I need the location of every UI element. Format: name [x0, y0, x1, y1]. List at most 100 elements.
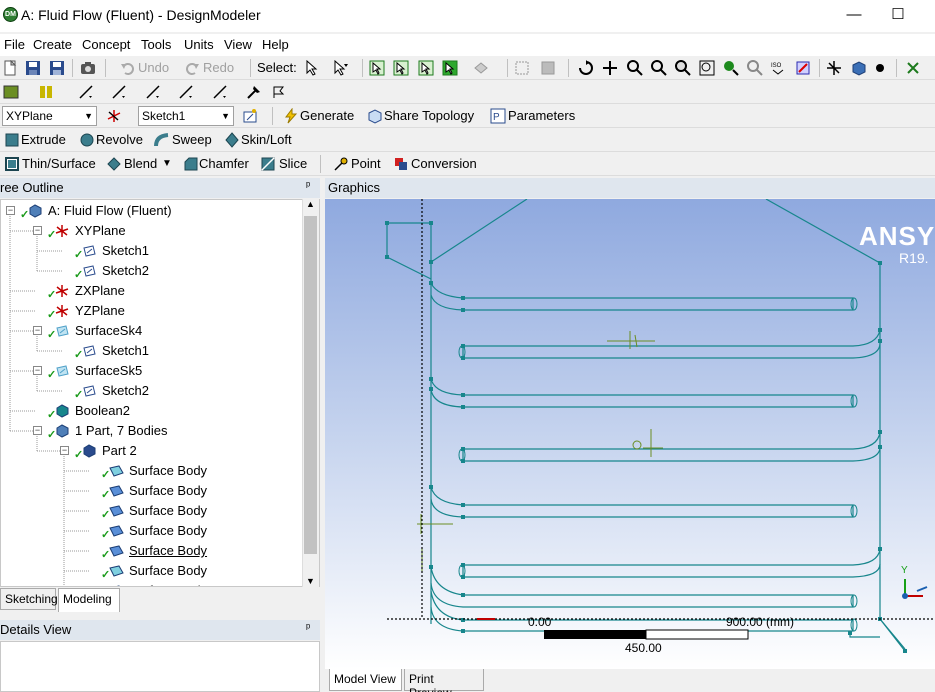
scroll-thumb[interactable]: [304, 216, 317, 554]
chamfer-icon[interactable]: [183, 156, 199, 172]
screenshot-icon[interactable]: [80, 60, 96, 76]
zoom-icon[interactable]: [627, 60, 643, 76]
undo-icon[interactable]: [120, 60, 136, 76]
tree-item[interactable]: ✓Surface Body: [1, 481, 301, 501]
tree-item[interactable]: ✓ Boolean2: [1, 401, 301, 421]
tree-item[interactable]: ✓Surface Body: [1, 521, 301, 541]
new-plane-icon[interactable]: [106, 108, 122, 124]
line-tool-5-icon[interactable]: [212, 84, 228, 100]
redo-button[interactable]: Redo: [203, 60, 234, 75]
tree-item[interactable]: ✓Surface Body: [1, 501, 301, 521]
select-bodies-icon[interactable]: [442, 60, 458, 76]
look-at-icon[interactable]: [795, 60, 811, 76]
menu-help[interactable]: Help: [262, 37, 289, 52]
generate-button[interactable]: Generate: [300, 108, 354, 123]
frozen-icon[interactable]: [38, 84, 54, 100]
menu-units[interactable]: Units: [184, 37, 214, 52]
tree-item[interactable]: ✓ Sketch1: [1, 341, 301, 361]
new-icon[interactable]: [2, 60, 18, 76]
blend-button[interactable]: Blend: [124, 156, 157, 171]
tree-toggle-icon[interactable]: −: [33, 226, 42, 235]
zoom-box-icon[interactable]: [651, 60, 667, 76]
share-topology-button[interactable]: Share Topology: [384, 108, 474, 123]
tree-item[interactable]: ✓ Sketch2: [1, 381, 301, 401]
extend-selection-icon[interactable]: [473, 60, 489, 76]
menu-create[interactable]: Create: [33, 37, 72, 52]
menu-concept[interactable]: Concept: [82, 37, 130, 52]
slice-button[interactable]: Slice: [279, 156, 307, 171]
reset-icon[interactable]: [905, 60, 921, 76]
tree-item[interactable]: ✓ YZPlane: [1, 301, 301, 321]
box-select-icon[interactable]: [514, 60, 530, 76]
conversion-icon[interactable]: [393, 156, 409, 172]
point-button[interactable]: Point: [351, 156, 381, 171]
pin-tool-icon[interactable]: [246, 84, 262, 100]
tree-item[interactable]: ✓Surface Body: [1, 561, 301, 581]
sweep-icon[interactable]: [154, 132, 170, 148]
zoom-selection-icon[interactable]: [699, 60, 715, 76]
tree-toggle-icon[interactable]: −: [60, 446, 69, 455]
shaded-icon[interactable]: [3, 84, 19, 100]
select-faces-icon[interactable]: [418, 60, 434, 76]
point-icon[interactable]: [333, 156, 349, 172]
tree-item[interactable]: ✓Surface Body: [1, 541, 301, 561]
parameters-button[interactable]: Parameters: [508, 108, 575, 123]
pin-icon[interactable]: ᵖ: [306, 180, 310, 192]
sketch-select[interactable]: Sketch1 ▼: [138, 106, 234, 126]
menu-view[interactable]: View: [224, 37, 252, 52]
geometry-canvas[interactable]: [325, 199, 935, 669]
tree-toggle-icon[interactable]: −: [33, 366, 42, 375]
share-topology-icon[interactable]: [367, 108, 383, 124]
tree-item[interactable]: ✓Surface Body: [1, 461, 301, 481]
revolve-icon[interactable]: [79, 132, 95, 148]
save-as-icon[interactable]: [49, 60, 65, 76]
select-mode-icon[interactable]: [304, 60, 320, 76]
zoom-fit-icon[interactable]: [675, 60, 691, 76]
select-type-icon[interactable]: [332, 60, 348, 76]
box-select-2-icon[interactable]: [540, 60, 556, 76]
line-tool-2-icon[interactable]: [111, 84, 127, 100]
tab-modeling[interactable]: Modeling: [58, 588, 120, 612]
revolve-button[interactable]: Revolve: [96, 132, 143, 147]
select-points-icon[interactable]: [369, 60, 385, 76]
line-tool-4-icon[interactable]: [178, 84, 194, 100]
tree-toggle-icon[interactable]: −: [33, 326, 42, 335]
generate-icon[interactable]: [283, 108, 299, 124]
triad-icon[interactable]: [826, 60, 842, 76]
skin-loft-icon[interactable]: [224, 132, 240, 148]
tree-toggle-icon[interactable]: −: [6, 206, 15, 215]
tree-toggle-icon[interactable]: −: [33, 426, 42, 435]
zoom-in-icon[interactable]: [723, 60, 739, 76]
thin-surface-button[interactable]: Thin/Surface: [22, 156, 96, 171]
undo-button[interactable]: Undo: [138, 60, 169, 75]
display-model-icon[interactable]: [851, 60, 867, 76]
tab-model-view[interactable]: Model View: [329, 669, 402, 691]
flag-tool-icon[interactable]: [271, 84, 287, 100]
tree-item[interactable]: − ✓ SurfaceSk4: [1, 321, 301, 341]
line-tool-icon[interactable]: [78, 84, 94, 100]
new-sketch-icon[interactable]: [242, 108, 258, 124]
blend-icon[interactable]: [106, 156, 122, 172]
rotate-icon[interactable]: [578, 60, 594, 76]
extrude-icon[interactable]: [4, 132, 20, 148]
tab-print-preview[interactable]: Print Preview: [404, 669, 484, 692]
tree-item[interactable]: ✓ Sketch2: [1, 261, 301, 281]
minimize-button[interactable]: —: [834, 4, 874, 28]
tree-item[interactable]: ✓ ZXPlane: [1, 281, 301, 301]
pan-icon[interactable]: [602, 60, 618, 76]
skin-loft-button[interactable]: Skin/Loft: [241, 132, 292, 147]
save-icon[interactable]: [25, 60, 41, 76]
sweep-button[interactable]: Sweep: [172, 132, 212, 147]
slice-icon[interactable]: [260, 156, 276, 172]
scroll-down-icon[interactable]: ▼: [306, 576, 315, 586]
tree-item[interactable]: − ✓ XYPlane: [1, 221, 301, 241]
chamfer-button[interactable]: Chamfer: [199, 156, 249, 171]
display-point-icon[interactable]: [872, 60, 888, 76]
redo-icon[interactable]: [184, 60, 200, 76]
graphics-viewport[interactable]: ANSYS R19. 0.00 900.00 (mm) 450.00 Y: [325, 199, 935, 669]
maximize-button[interactable]: ☐: [878, 4, 918, 28]
tab-sketching[interactable]: Sketching: [0, 588, 58, 610]
iso-view-icon[interactable]: ISO: [770, 60, 786, 76]
menu-file[interactable]: File: [4, 37, 25, 52]
tree-item[interactable]: − ✓ Part 2: [1, 441, 301, 461]
